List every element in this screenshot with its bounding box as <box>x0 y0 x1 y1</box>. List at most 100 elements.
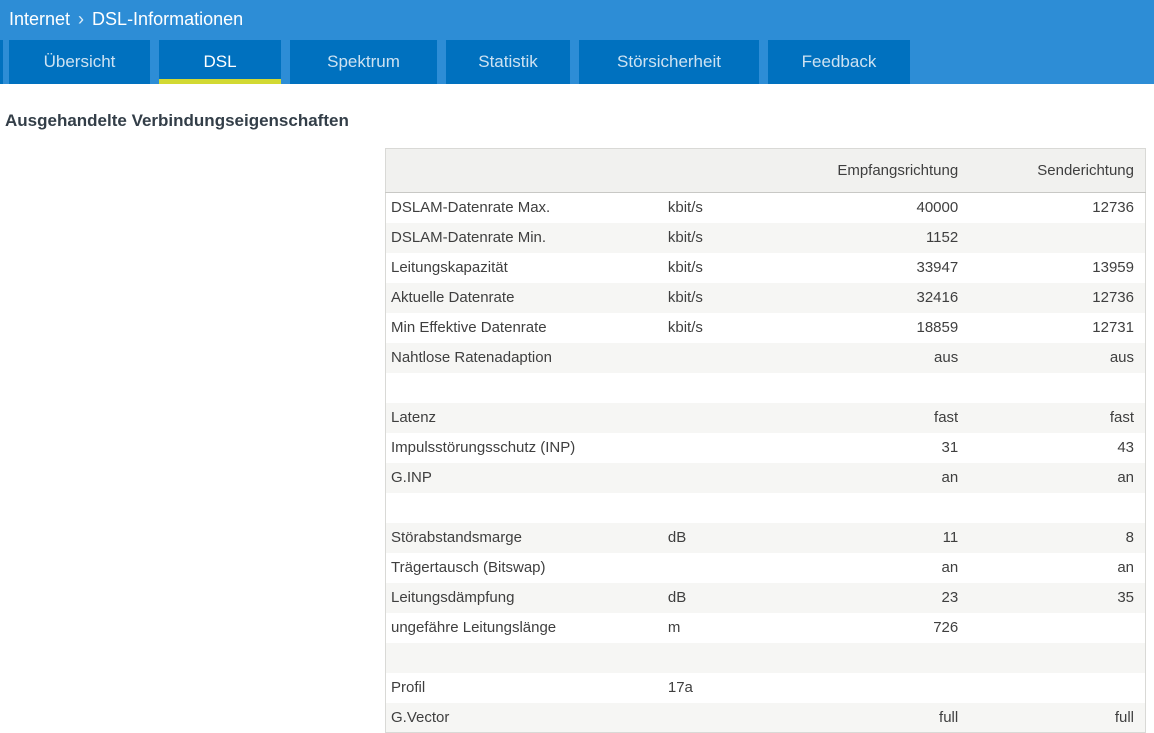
row-unit-cell: kbit/s <box>667 289 703 306</box>
row-unit-cell: 17a <box>667 679 693 696</box>
row-name-cell: G.INP <box>391 469 432 486</box>
connection-properties-table: Empfangsrichtung Senderichtung DSLAM-Dat… <box>385 148 1146 733</box>
table-row: Leitungsdämpfung dB 23 35 <box>385 582 1146 613</box>
row-unit-cell <box>668 403 828 433</box>
row-upstream-value <box>958 673 1145 703</box>
row-downstream-value: full <box>939 708 959 726</box>
row-unit-cell: m <box>667 619 681 636</box>
table-row: G.INP an an <box>385 462 1146 493</box>
breadcrumb: Internet › DSL-Informationen <box>0 0 1154 40</box>
row-upstream-value: fast <box>1109 409 1134 426</box>
table-row: DSLAM-Datenrate Max. kbit/s 40000 12736 <box>386 193 1146 223</box>
table-row: Impulsstörungsschutz (INP) 31 43 <box>386 433 1146 463</box>
row-name-cell: Aktuelle Datenrate <box>391 289 515 306</box>
tab-uebersicht[interactable]: Übersicht <box>9 40 150 84</box>
breadcrumb-page: DSL-Informationen <box>92 9 244 29</box>
row-downstream-value <box>828 643 958 673</box>
row-unit-cell <box>668 343 828 373</box>
table-row <box>386 493 1146 523</box>
row-upstream-value: 8 <box>1125 529 1134 546</box>
row-upstream-value: aus <box>1109 349 1134 366</box>
row-unit-cell: dB <box>667 589 687 606</box>
row-downstream-value: 726 <box>933 619 959 636</box>
row-unit-cell: kbit/s <box>667 319 703 336</box>
table-row: DSLAM-Datenrate Min. kbit/s 1152 <box>385 222 1146 253</box>
row-name-cell: Impulsstörungsschutz (INP) <box>391 439 576 456</box>
row-upstream-value: 43 <box>1117 439 1134 456</box>
row-downstream-value: an <box>941 469 959 486</box>
row-downstream-value: 11 <box>942 529 959 546</box>
table-row: Aktuelle Datenrate kbit/s 32416 12736 <box>385 282 1146 313</box>
row-upstream-value <box>958 223 1145 253</box>
row-downstream-value: 1152 <box>925 229 959 246</box>
row-unit-cell <box>668 463 828 493</box>
row-downstream-value: 32416 <box>916 289 959 306</box>
row-name-cell <box>386 643 668 673</box>
row-name-cell: Profil <box>391 679 426 696</box>
row-unit-cell: dB <box>667 529 687 546</box>
tab-feedback[interactable]: Feedback <box>768 40 910 84</box>
row-name-cell <box>386 493 668 523</box>
connection-properties-table-container: Empfangsrichtung Senderichtung DSLAM-Dat… <box>385 148 1147 733</box>
header-unit-cell <box>667 148 829 193</box>
row-unit-cell <box>668 553 828 583</box>
row-upstream-value: an <box>1117 469 1134 486</box>
table-row: Trägertausch (Bitswap) an an <box>386 553 1146 583</box>
breadcrumb-chevron-icon: › <box>78 9 85 29</box>
row-downstream-value: 40000 <box>916 199 959 217</box>
tab-spektrum[interactable]: Spektrum <box>290 40 437 84</box>
table-header-row: Empfangsrichtung Senderichtung <box>385 148 1146 193</box>
row-unit-cell: kbit/s <box>667 199 703 217</box>
tab-edge-sliver <box>0 40 3 84</box>
row-downstream-value: 23 <box>941 589 959 606</box>
table-row: Nahtlose Ratenadaption aus aus <box>385 342 1146 373</box>
table-row: Profil 17a <box>386 673 1146 703</box>
row-downstream-value: 33947 <box>916 259 959 276</box>
row-downstream-value: 31 <box>941 439 959 456</box>
row-name-cell: Leitungskapazität <box>391 259 508 276</box>
row-unit-cell <box>668 703 828 733</box>
row-unit-cell <box>668 493 828 523</box>
row-upstream-value: 35 <box>1117 589 1134 606</box>
row-name-cell: Min Effektive Datenrate <box>391 319 547 336</box>
header-name-cell <box>385 148 668 193</box>
row-upstream-value <box>958 643 1145 673</box>
row-name-cell <box>386 373 668 403</box>
row-upstream-value: full <box>1114 708 1134 726</box>
row-upstream-value: an <box>1117 559 1134 576</box>
tab-statistik[interactable]: Statistik <box>446 40 570 84</box>
row-unit-cell <box>668 433 828 463</box>
row-unit-cell <box>668 373 828 403</box>
table-row: G.Vector full full <box>385 702 1146 733</box>
table-row: Leitungskapazität kbit/s 33947 13959 <box>386 253 1146 283</box>
row-unit-cell <box>668 643 828 673</box>
table-row: Min Effektive Datenrate kbit/s 18859 127… <box>386 313 1146 343</box>
row-upstream-value: 13959 <box>1092 259 1134 276</box>
table-row: Störabstandsmarge dB 11 8 <box>385 522 1146 553</box>
row-upstream-value: 12736 <box>1092 199 1134 217</box>
row-downstream-value: an <box>941 559 959 576</box>
tab-stoersicherheit[interactable]: Störsicherheit <box>579 40 759 84</box>
row-unit-cell: kbit/s <box>667 259 703 276</box>
row-downstream-value <box>828 673 958 703</box>
row-downstream-value: 18859 <box>916 319 959 336</box>
header-upstream-cell: Senderichtung <box>958 148 1146 193</box>
row-upstream-value: 12736 <box>1092 289 1134 306</box>
tab-dsl[interactable]: DSL <box>159 40 281 84</box>
row-upstream-value <box>958 613 1145 643</box>
breadcrumb-section[interactable]: Internet <box>9 9 70 29</box>
page-title: Ausgehandelte Verbindungseigenschaften <box>5 111 349 130</box>
row-name-cell: Latenz <box>391 409 437 426</box>
table-row <box>385 642 1146 673</box>
row-downstream-value <box>828 493 958 523</box>
row-unit-cell: kbit/s <box>667 229 703 246</box>
row-downstream-value <box>828 373 958 403</box>
row-name-cell: Leitungsdämpfung <box>391 589 515 606</box>
table-row: ungefähre Leitungslänge m 726 <box>386 613 1146 643</box>
row-name-cell: ungefähre Leitungslänge <box>391 619 557 636</box>
table-row: Latenz fast fast <box>385 402 1146 433</box>
row-name-cell: Trägertausch (Bitswap) <box>391 559 546 576</box>
row-downstream-value: fast <box>934 409 959 426</box>
row-upstream-value <box>958 493 1145 523</box>
row-name-cell: DSLAM-Datenrate Max. <box>391 199 551 217</box>
